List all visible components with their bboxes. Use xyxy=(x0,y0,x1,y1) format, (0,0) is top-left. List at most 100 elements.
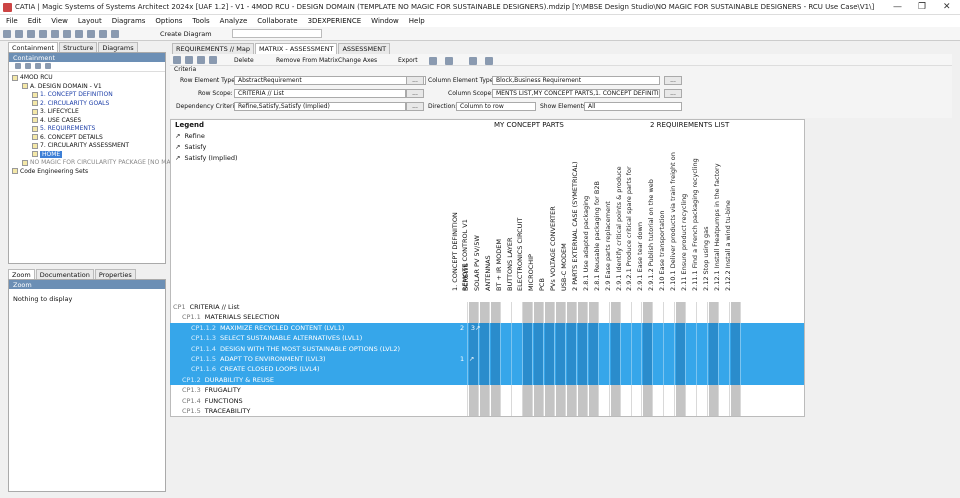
matrix-cell[interactable] xyxy=(556,364,567,375)
matrix-cell[interactable] xyxy=(676,343,686,354)
editor-tab-0[interactable]: REQUIREMENTS // Map xyxy=(172,43,254,54)
matrix-cell[interactable] xyxy=(599,374,610,386)
matrix-cell[interactable] xyxy=(534,333,545,344)
matrix-cell[interactable] xyxy=(632,302,643,313)
menu-edit[interactable]: Edit xyxy=(22,15,46,25)
matrix-cell[interactable] xyxy=(654,364,665,375)
matrix-cell[interactable] xyxy=(512,322,523,334)
matrix-cell[interactable] xyxy=(610,322,621,334)
matrix-cell[interactable] xyxy=(697,343,708,354)
matrix-cell[interactable] xyxy=(708,374,719,386)
up-icon[interactable] xyxy=(469,57,477,65)
matrix-cell[interactable] xyxy=(676,333,686,344)
matrix-cell[interactable] xyxy=(600,302,610,313)
tree-node[interactable]: HOME xyxy=(12,150,165,160)
matrix-cell[interactable] xyxy=(513,406,523,417)
matrix-cell[interactable] xyxy=(665,385,676,396)
matrix-cell[interactable] xyxy=(490,406,501,417)
matrix-cell[interactable] xyxy=(697,322,708,334)
tree-node[interactable]: A. DESIGN DOMAIN - V1 xyxy=(12,83,165,92)
matrix-cell[interactable] xyxy=(632,312,643,323)
matrix-cell[interactable] xyxy=(556,374,567,386)
matrix-cell[interactable] xyxy=(513,395,523,406)
matrix-cell[interactable] xyxy=(665,406,676,417)
matrix-cell[interactable] xyxy=(697,333,708,344)
matrix-cell[interactable] xyxy=(686,322,697,334)
matrix-cell[interactable] xyxy=(468,343,479,354)
matrix-cell[interactable] xyxy=(600,406,610,417)
matrix-cell[interactable] xyxy=(577,333,588,344)
matrix-row[interactable]: CP1 CRITERIA // List xyxy=(170,302,804,313)
matrix-cell[interactable] xyxy=(686,333,697,344)
matrix-cell[interactable] xyxy=(468,385,479,396)
diagram-search-field[interactable] xyxy=(232,29,322,38)
matrix-cell[interactable] xyxy=(621,364,632,375)
matrix-cell[interactable] xyxy=(622,385,632,396)
matrix-cell[interactable] xyxy=(632,374,643,386)
matrix-cell[interactable] xyxy=(523,343,534,354)
matrix-cell[interactable] xyxy=(632,343,643,354)
matrix-cell[interactable] xyxy=(545,395,556,406)
matrix-cell[interactable] xyxy=(458,343,468,354)
matrix-cell[interactable] xyxy=(610,302,621,313)
matrix-cell[interactable] xyxy=(665,364,676,375)
matrix-cell[interactable] xyxy=(698,302,708,313)
matrix-cell[interactable] xyxy=(567,312,577,323)
matrix-cell[interactable] xyxy=(567,354,577,365)
matrix-cell[interactable]: 3↗ xyxy=(468,322,480,334)
matrix-cell[interactable] xyxy=(588,374,599,386)
matrix-cell[interactable] xyxy=(577,374,588,386)
row-type-field[interactable]: AbstractRequirement xyxy=(234,76,426,85)
matrix-cell[interactable] xyxy=(654,343,665,354)
matrix-cell[interactable] xyxy=(502,385,512,396)
matrix-cell[interactable] xyxy=(720,406,730,417)
matrix-cell[interactable] xyxy=(632,333,643,344)
matrix-cell[interactable] xyxy=(720,395,730,406)
matrix-cell[interactable] xyxy=(698,312,708,323)
matrix-cell[interactable] xyxy=(556,395,567,406)
column-type-more-button[interactable]: ... xyxy=(664,76,682,85)
matrix-cell[interactable] xyxy=(686,364,697,375)
matrix-cell[interactable] xyxy=(621,333,632,344)
matrix-cell[interactable] xyxy=(501,374,512,386)
tree-node[interactable]: NO MAGIC FOR CIRCULARITY PACKAGE [NO MA xyxy=(12,159,171,168)
matrix-cell[interactable] xyxy=(545,333,556,344)
matrix-cell[interactable] xyxy=(654,385,665,396)
matrix-cell[interactable] xyxy=(490,395,501,406)
matrix-cell[interactable] xyxy=(479,364,490,375)
matrix-cell[interactable] xyxy=(676,385,686,396)
matrix-cell[interactable] xyxy=(479,385,490,396)
matrix-cell[interactable] xyxy=(698,406,708,417)
matrix-cell[interactable] xyxy=(588,312,599,323)
matrix-cell[interactable] xyxy=(621,343,632,354)
matrix-cell[interactable] xyxy=(665,312,676,323)
matrix-cell[interactable] xyxy=(534,385,545,396)
matrix-cell[interactable] xyxy=(698,385,708,396)
matrix-cell[interactable] xyxy=(588,343,599,354)
matrix-cell[interactable] xyxy=(665,395,676,406)
matrix-cell[interactable] xyxy=(708,333,719,344)
matrix-cell[interactable] xyxy=(501,354,512,365)
matrix-row[interactable]: CP1.1 MATERIALS SELECTION xyxy=(170,312,804,323)
matrix-cell[interactable] xyxy=(523,395,534,406)
matrix-cell[interactable] xyxy=(610,343,621,354)
add-icon[interactable] xyxy=(25,63,31,69)
matrix-cell[interactable] xyxy=(577,343,588,354)
remove-from-matrix-button[interactable]: Remove From Matrix xyxy=(276,57,338,64)
matrix-cell[interactable] xyxy=(720,312,730,323)
matrix-cell[interactable] xyxy=(665,322,676,334)
refresh-icon[interactable] xyxy=(429,57,437,65)
matrix-cell[interactable] xyxy=(686,374,697,386)
matrix-cell[interactable] xyxy=(534,374,545,386)
matrix-cell[interactable] xyxy=(588,364,599,375)
matrix-cell[interactable] xyxy=(490,343,501,354)
matrix-cell[interactable] xyxy=(686,354,697,365)
matrix-cell[interactable] xyxy=(545,364,556,375)
matrix-cell[interactable] xyxy=(468,364,479,375)
matrix-row[interactable]: CP1.1.2 MAXIMIZE RECYCLED CONTENT (LVL1) 2… xyxy=(170,322,804,334)
direction-select[interactable]: Column to row xyxy=(456,102,536,111)
matrix-cell[interactable] xyxy=(588,302,599,313)
matrix-cell[interactable] xyxy=(708,406,719,417)
matrix-cell[interactable] xyxy=(502,395,512,406)
matrix-cell[interactable] xyxy=(502,312,512,323)
